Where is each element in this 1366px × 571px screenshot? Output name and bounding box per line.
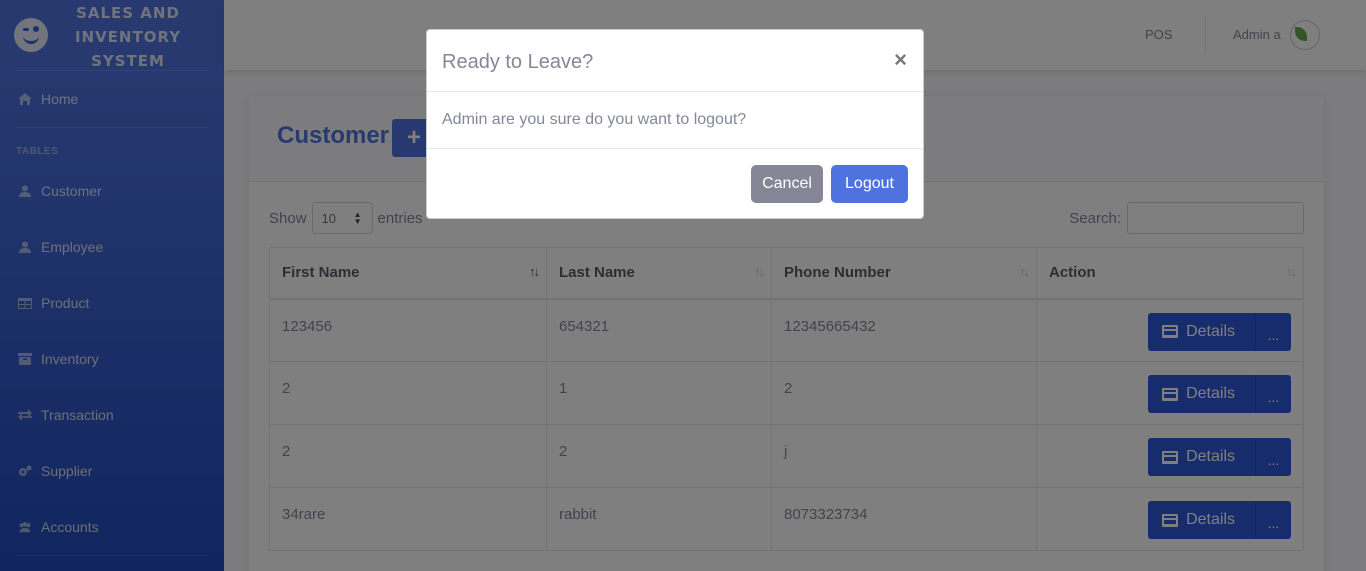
cancel-button[interactable]: Cancel: [751, 165, 823, 203]
modal-footer: Cancel Logout: [427, 149, 923, 219]
modal-header: Ready to Leave? ×: [427, 30, 923, 92]
logout-modal: Ready to Leave? × Admin are you sure do …: [426, 29, 924, 219]
close-icon[interactable]: ×: [894, 47, 907, 73]
modal-title: Ready to Leave?: [442, 51, 594, 73]
modal-body: Admin are you sure do you want to logout…: [427, 92, 923, 149]
logout-button[interactable]: Logout: [831, 165, 908, 203]
